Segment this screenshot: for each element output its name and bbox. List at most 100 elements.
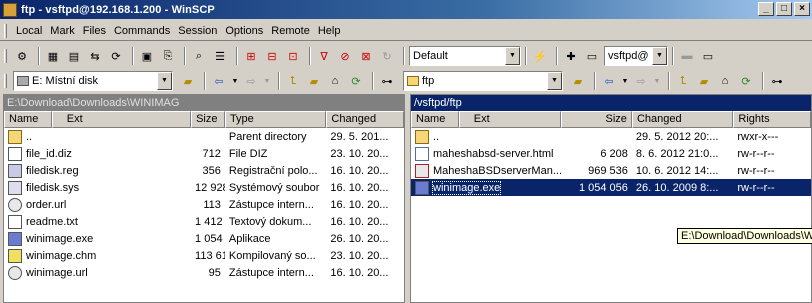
file-row[interactable]: winimage.chm 113 611Kompilovaný so... 23. … <box>4 247 404 264</box>
tree-icon[interactable]: ⊶ <box>378 72 396 90</box>
menu-local[interactable]: Local <box>13 25 47 37</box>
window-title: ftp - vsftpd@192.168.1.200 - WinSCP <box>21 3 215 16</box>
menu-remote[interactable]: Remote <box>268 25 315 37</box>
file-changed-cell: 10. 6. 2012 14:... <box>635 164 719 177</box>
file-size-cell: 969 536 <box>588 164 628 177</box>
refresh-icon[interactable]: ⟳ <box>737 72 755 90</box>
file-row[interactable]: readme.txt 1 412 Textový dokum... 16. 10. 2… <box>4 213 404 230</box>
remote-drive-combo[interactable]: ftp ▼ <box>403 71 563 91</box>
drivebar-grip[interactable] <box>4 74 7 88</box>
session-combo[interactable]: vsftpd@ ▼ <box>604 46 668 66</box>
file-name-cell: .. <box>4 129 191 144</box>
file-row[interactable]: filedisk.reg 356 Registrační polo... 16. 10… <box>4 162 404 179</box>
disconnect-icon[interactable]: ▬ <box>678 47 696 65</box>
toolbar-grip[interactable] <box>4 49 7 63</box>
putty-icon[interactable]: ⎘ <box>159 47 177 65</box>
col-ext[interactable]: Ext <box>458 111 562 128</box>
file-name-cell: maheshabsd-server.html <box>411 146 561 161</box>
file-type-cell: Zástupce intern... <box>228 198 314 211</box>
file-row[interactable]: .. Parent directory 29. 5. 201... <box>4 128 404 145</box>
file-row[interactable]: MaheshaBSDserverMan... 969 536 10. 6. 2012… <box>411 162 811 179</box>
menu-options[interactable]: Options <box>222 25 268 37</box>
root-directory-icon[interactable]: ▰ <box>695 72 713 90</box>
url-file-icon <box>8 265 22 280</box>
refresh-icon[interactable]: ⟳ <box>347 72 365 90</box>
find-files-icon[interactable]: ⌕ <box>190 47 208 65</box>
col-ext[interactable]: Ext <box>51 111 192 128</box>
menu-mark[interactable]: Mark <box>47 25 79 37</box>
unselect-all-icon[interactable]: ⊟ <box>263 47 281 65</box>
menu-grip[interactable] <box>4 23 7 38</box>
sessions-icon[interactable]: ▭ <box>583 47 601 65</box>
file-row[interactable]: winimage.exe 1 054 056 26. 10. 2009 8:... r… <box>411 179 811 196</box>
preferences-gear-icon[interactable]: ⚙ <box>13 47 31 65</box>
back-icon[interactable]: ⇦ <box>600 72 618 90</box>
col-name[interactable]: Name <box>411 111 459 128</box>
transfer-settings-combo[interactable]: Default ▼ <box>409 46 521 66</box>
main-toolbar: ⚙ ▦ ▤ ⇆ ⟳ ▣ ⎘ ⌕ ☰ ⊞ ⊟ ⊡ ∇ ⊘ ⊠ ↻ Default … <box>0 43 812 69</box>
clear-filter-icon[interactable]: ⊘ <box>336 47 354 65</box>
text-file-icon <box>8 146 22 161</box>
chevron-down-icon[interactable]: ▼ <box>505 47 520 65</box>
select-all-icon[interactable]: ⊞ <box>242 47 260 65</box>
file-row[interactable]: filedisk.sys 12 928Systémový soubor 16. 10… <box>4 179 404 196</box>
refresh-icon[interactable]: ⟳ <box>107 47 125 65</box>
menu-help[interactable]: Help <box>315 25 346 37</box>
chevron-down-icon[interactable]: ▼ <box>157 72 172 90</box>
menu-files[interactable]: Files <box>80 25 111 37</box>
file-row[interactable]: winimage.url 95 Zástupce intern... 16. 10. … <box>4 264 404 281</box>
new-session-icon[interactable]: ✚ <box>562 47 580 65</box>
root-directory-icon[interactable]: ▰ <box>305 72 323 90</box>
col-size[interactable]: Size <box>191 111 225 128</box>
maximize-button[interactable]: □ <box>776 2 792 16</box>
open-folder-icon[interactable]: ▰ <box>569 72 587 90</box>
parent-directory-icon[interactable]: ⮤ <box>674 72 692 90</box>
invert-selection-icon[interactable]: ⊡ <box>284 47 302 65</box>
col-type[interactable]: Type <box>224 111 327 128</box>
file-name-cell: order.url <box>4 197 191 212</box>
col-changed[interactable]: Changed <box>326 111 404 128</box>
text-file-icon <box>8 214 22 229</box>
home-icon[interactable]: ⌂ <box>716 72 734 90</box>
chevron-down-icon[interactable]: ▼ <box>547 72 562 90</box>
save-session-icon[interactable]: ▭ <box>699 47 717 65</box>
file-row[interactable]: .. 29. 5. 2012 20:... rwxr-x--- <box>411 128 811 145</box>
file-row[interactable]: file_id.diz 712 File DIZ 23. 10. 20... <box>4 145 404 162</box>
col-rights[interactable]: Rights <box>733 111 811 128</box>
local-drive-combo[interactable]: E: Místní disk ▼ <box>13 71 173 91</box>
chevron-down-icon[interactable]: ▼ <box>231 72 239 90</box>
transfer-options-icon[interactable]: ⚡ <box>531 47 549 65</box>
file-size-cell: 1 054 056 <box>578 181 628 194</box>
file-row[interactable]: order.url 113 Zástupce intern... 16. 10. 20… <box>4 196 404 213</box>
col-size[interactable]: Size <box>561 111 632 128</box>
tree-icon[interactable]: ⊶ <box>768 72 786 90</box>
chevron-down-icon[interactable]: ▼ <box>652 47 667 65</box>
close-button[interactable]: × <box>794 2 810 16</box>
local-panel[interactable]: E:\Download\Downloads\WINIMAG Name Ext S… <box>3 94 405 303</box>
file-type-cell: Aplikace <box>228 232 271 245</box>
back-icon[interactable]: ⇦ <box>210 72 228 90</box>
file-changed-cell: 8. 6. 2012 21:0... <box>635 147 719 160</box>
chevron-down-icon: ▼ <box>653 77 661 85</box>
col-changed[interactable]: Changed <box>631 111 734 128</box>
col-name[interactable]: Name <box>4 111 52 128</box>
filter-icon[interactable]: ∇ <box>315 47 333 65</box>
open-folder-icon[interactable]: ▰ <box>179 72 197 90</box>
menu-session[interactable]: Session <box>175 25 222 37</box>
remote-panel[interactable]: /vsftpd/ftp Name Ext Size Changed Rights… <box>410 94 812 303</box>
home-icon[interactable]: ⌂ <box>326 72 344 90</box>
compare-directories-icon[interactable]: ▤ <box>65 47 83 65</box>
file-row[interactable]: maheshabsd-server.html 6 208 8. 6. 2012 21… <box>411 145 811 162</box>
synchronize-icon[interactable]: ⇆ <box>86 47 104 65</box>
parent-directory-icon[interactable]: ⮤ <box>284 72 302 90</box>
remote-column-header: Name Ext Size Changed Rights <box>411 111 811 128</box>
file-name-cell: readme.txt <box>4 214 191 229</box>
open-directory-icon[interactable]: ▦ <box>44 47 62 65</box>
chevron-down-icon[interactable]: ▼ <box>621 72 629 90</box>
queue-icon[interactable]: ☰ <box>211 47 229 65</box>
sort-icon[interactable]: ⊠ <box>357 47 375 65</box>
console-icon[interactable]: ▣ <box>138 47 156 65</box>
file-row[interactable]: winimage.exe 1 054 056Aplikace 26. 10. 20.… <box>4 230 404 247</box>
menu-commands[interactable]: Commands <box>111 25 175 37</box>
minimize-button[interactable]: _ <box>758 2 774 16</box>
